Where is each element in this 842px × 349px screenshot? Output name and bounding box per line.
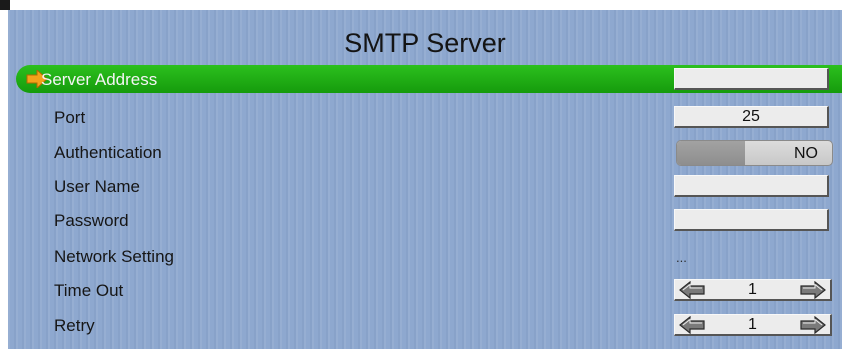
menu-row-time-out[interactable]: Time Out 1 [16,276,842,304]
password-field[interactable] [674,209,829,231]
authentication-value: NO [794,145,818,162]
network-setting-submenu-indicator: ... [676,250,687,265]
server-address-label: Server Address [41,70,158,89]
server-address-field[interactable] [674,68,829,90]
menu-row-authentication[interactable]: Authentication NO [16,138,842,166]
menu-row-network-setting[interactable]: Network Setting ... [16,242,842,270]
authentication-label: Authentication [54,143,162,162]
menu-row-retry[interactable]: Retry 1 [16,311,842,339]
authentication-toggle[interactable]: NO [676,140,833,166]
port-label: Port [54,108,86,127]
smtp-server-panel: SMTP Server Server Address Port 25 Authe… [8,10,842,349]
time-out-label: Time Out [54,281,124,300]
retry-label: Retry [54,316,95,335]
toggle-knob [677,141,745,165]
arrow-right-icon[interactable] [800,281,826,299]
arrow-right-icon[interactable] [800,316,826,334]
menu-row-port[interactable]: Port 25 [16,103,842,131]
menu-row-server-address[interactable]: Server Address [16,65,842,93]
user-name-field[interactable] [674,175,829,197]
menu-row-user-name[interactable]: User Name [16,172,842,200]
corner-mark [0,0,10,10]
user-name-label: User Name [54,177,140,196]
menu-row-password[interactable]: Password [16,206,842,234]
page-title: SMTP Server [344,28,506,58]
retry-spinner[interactable]: 1 [674,314,832,336]
password-label: Password [54,211,129,230]
port-field[interactable]: 25 [674,106,829,128]
network-setting-label: Network Setting [54,247,174,266]
time-out-spinner[interactable]: 1 [674,279,832,301]
